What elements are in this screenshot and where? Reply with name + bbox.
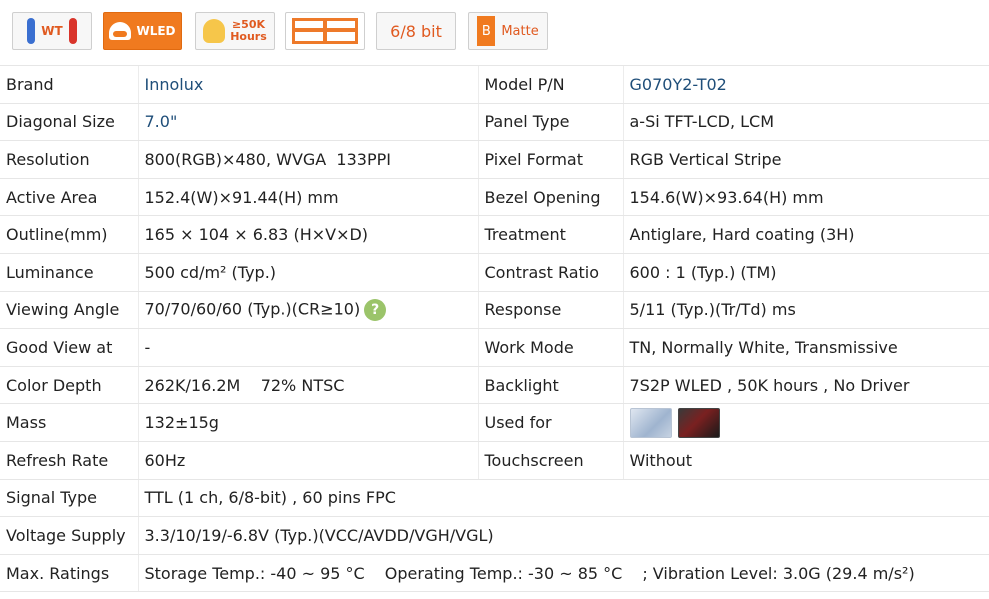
mass-value: 132±15g <box>137 403 478 442</box>
table-row: Luminance 500 cd/m² (Typ.) Contrast Rati… <box>0 253 989 292</box>
table-row: Mass 132±15g Used for <box>0 403 989 442</box>
diagonal-label: Diagonal Size <box>0 103 138 142</box>
diagonal-link[interactable]: 7.0" <box>137 103 478 142</box>
voltage-label: Voltage Supply <box>0 516 138 555</box>
table-row: Diagonal Size 7.0" Panel Type a-Si TFT-L… <box>0 103 989 142</box>
pixel-format-value: RGB Vertical Stripe <box>622 140 989 179</box>
car-display-thumbnail[interactable] <box>677 407 720 438</box>
bezel-value: 154.6(W)×93.64(H) mm <box>622 178 989 217</box>
good-view-label: Good View at <box>0 328 138 367</box>
signal-value: TTL (1 ch, 6/8-bit) , 60 pins FPC <box>137 479 989 518</box>
table-row: Voltage Supply 3.3/10/19/-6.8V (Typ.)(VC… <box>0 516 989 555</box>
table-row: Max. Ratings Storage Temp.: -40 ~ 95 °C O… <box>0 554 989 593</box>
backlight-label: Backlight <box>477 366 623 405</box>
brand-label: Brand <box>0 65 138 104</box>
table-row: Signal Type TTL (1 ch, 6/8-bit) , 60 pin… <box>0 479 989 518</box>
bezel-label: Bezel Opening <box>477 178 623 217</box>
work-mode-value: TN, Normally White, Transmissive <box>622 328 989 367</box>
vibration-value: ; Vibration Level: 3.0G (29.4 m/s²) <box>642 563 915 583</box>
wide-temp-badge: WT <box>12 12 92 50</box>
resolution-value: 800(RGB)×480, WVGA 133PPI <box>137 140 478 179</box>
viewing-angle-cell: 70/70/60/60 (Typ.)(CR≥10)? <box>137 291 478 330</box>
backlight-value: 7S2P WLED , 50K hours , No Driver <box>622 366 989 405</box>
max-ratings-cell: Storage Temp.: -40 ~ 95 °C Operating Temp… <box>137 554 989 593</box>
bulb-icon <box>203 19 226 43</box>
viewing-angle-label: Viewing Angle <box>0 291 138 330</box>
luminance-label: Luminance <box>0 253 138 292</box>
resolution-label: Resolution <box>0 140 138 179</box>
outline-label: Outline(mm) <box>0 215 138 254</box>
thermometer-hot-icon <box>68 18 77 44</box>
panel-type-value: a-Si TFT-LCD, LCM <box>622 103 989 142</box>
panel-layout-icon <box>292 18 358 44</box>
wled-badge: WLED <box>103 12 182 50</box>
matte-icon: B <box>477 16 496 46</box>
table-row: Resolution 800(RGB)×480, WVGA 133PPI Pix… <box>0 140 989 179</box>
signal-label: Signal Type <box>0 479 138 518</box>
wled-label: WLED <box>136 24 176 38</box>
refresh-label: Refresh Rate <box>0 441 138 480</box>
hours-line2: Hours <box>230 30 267 43</box>
color-depth-label: Color Depth <box>0 366 138 405</box>
thermometer-cold-icon <box>27 18 36 44</box>
operating-temp-value: Operating Temp.: -30 ~ 85 °C <box>384 563 623 583</box>
viewing-angle-value: 70/70/60/60 (Typ.)(CR≥10) <box>144 299 361 319</box>
response-value: 5/11 (Typ.)(Tr/Td) ms <box>622 291 989 330</box>
model-link[interactable]: G070Y2-T02 <box>622 65 989 104</box>
model-label: Model P/N <box>477 65 623 104</box>
table-row: Refresh Rate 60Hz Touchscreen Without <box>0 441 989 480</box>
wide-temp-label: WT <box>41 24 63 38</box>
active-area-label: Active Area <box>0 178 138 217</box>
table-row: Viewing Angle 70/70/60/60 (Typ.)(CR≥10)?… <box>0 291 989 330</box>
table-row: Outline(mm) 165 × 104 × 6.83 (H×V×D) Tre… <box>0 215 989 254</box>
lifetime-hours-badge: ≥50K Hours <box>195 12 275 50</box>
table-row: Brand Innolux Model P/N G070Y2-T02 <box>0 65 989 104</box>
matte-badge: B Matte <box>468 12 548 50</box>
contrast-label: Contrast Ratio <box>477 253 623 292</box>
treatment-value: Antiglare, Hard coating (3H) <box>622 215 989 254</box>
active-area-value: 152.4(W)×91.44(H) mm <box>137 178 478 217</box>
used-for-cell <box>622 403 989 442</box>
pixel-format-label: Pixel Format <box>477 140 623 179</box>
instrument-thumbnail[interactable] <box>629 407 672 438</box>
refresh-value: 60Hz <box>137 441 478 480</box>
bit-depth-badge: 6/8 bit <box>376 12 456 50</box>
work-mode-label: Work Mode <box>477 328 623 367</box>
table-row: Good View at - Work Mode TN, Normally Wh… <box>0 328 989 367</box>
touchscreen-label: Touchscreen <box>477 441 623 480</box>
touchscreen-value: Without <box>622 441 989 480</box>
brand-link[interactable]: Innolux <box>137 65 478 104</box>
luminance-value: 500 cd/m² (Typ.) <box>137 253 478 292</box>
color-depth-value: 262K/16.2M 72% NTSC <box>137 366 478 405</box>
panel-layout-badge <box>285 12 365 50</box>
table-row: Color Depth 262K/16.2M 72% NTSC Backligh… <box>0 366 989 405</box>
used-for-label: Used for <box>477 403 623 442</box>
contrast-value: 600 : 1 (Typ.) (TM) <box>622 253 989 292</box>
table-row: Active Area 152.4(W)×91.44(H) mm Bezel O… <box>0 178 989 217</box>
good-view-value: - <box>137 328 478 367</box>
response-label: Response <box>477 291 623 330</box>
voltage-value: 3.3/10/19/-6.8V (Typ.)(VCC/AVDD/VGH/VGL) <box>137 516 989 555</box>
spec-table: Brand Innolux Model P/N G070Y2-T02 Diago… <box>0 65 989 593</box>
panel-type-label: Panel Type <box>477 103 623 142</box>
treatment-label: Treatment <box>477 215 623 254</box>
led-lamp-icon <box>109 22 132 40</box>
storage-temp-value: Storage Temp.: -40 ~ 95 °C <box>144 563 365 583</box>
matte-label: Matte <box>501 23 539 39</box>
help-icon[interactable]: ? <box>364 298 387 321</box>
outline-value: 165 × 104 × 6.83 (H×V×D) <box>137 215 478 254</box>
mass-label: Mass <box>0 403 138 442</box>
max-ratings-label: Max. Ratings <box>0 554 138 593</box>
